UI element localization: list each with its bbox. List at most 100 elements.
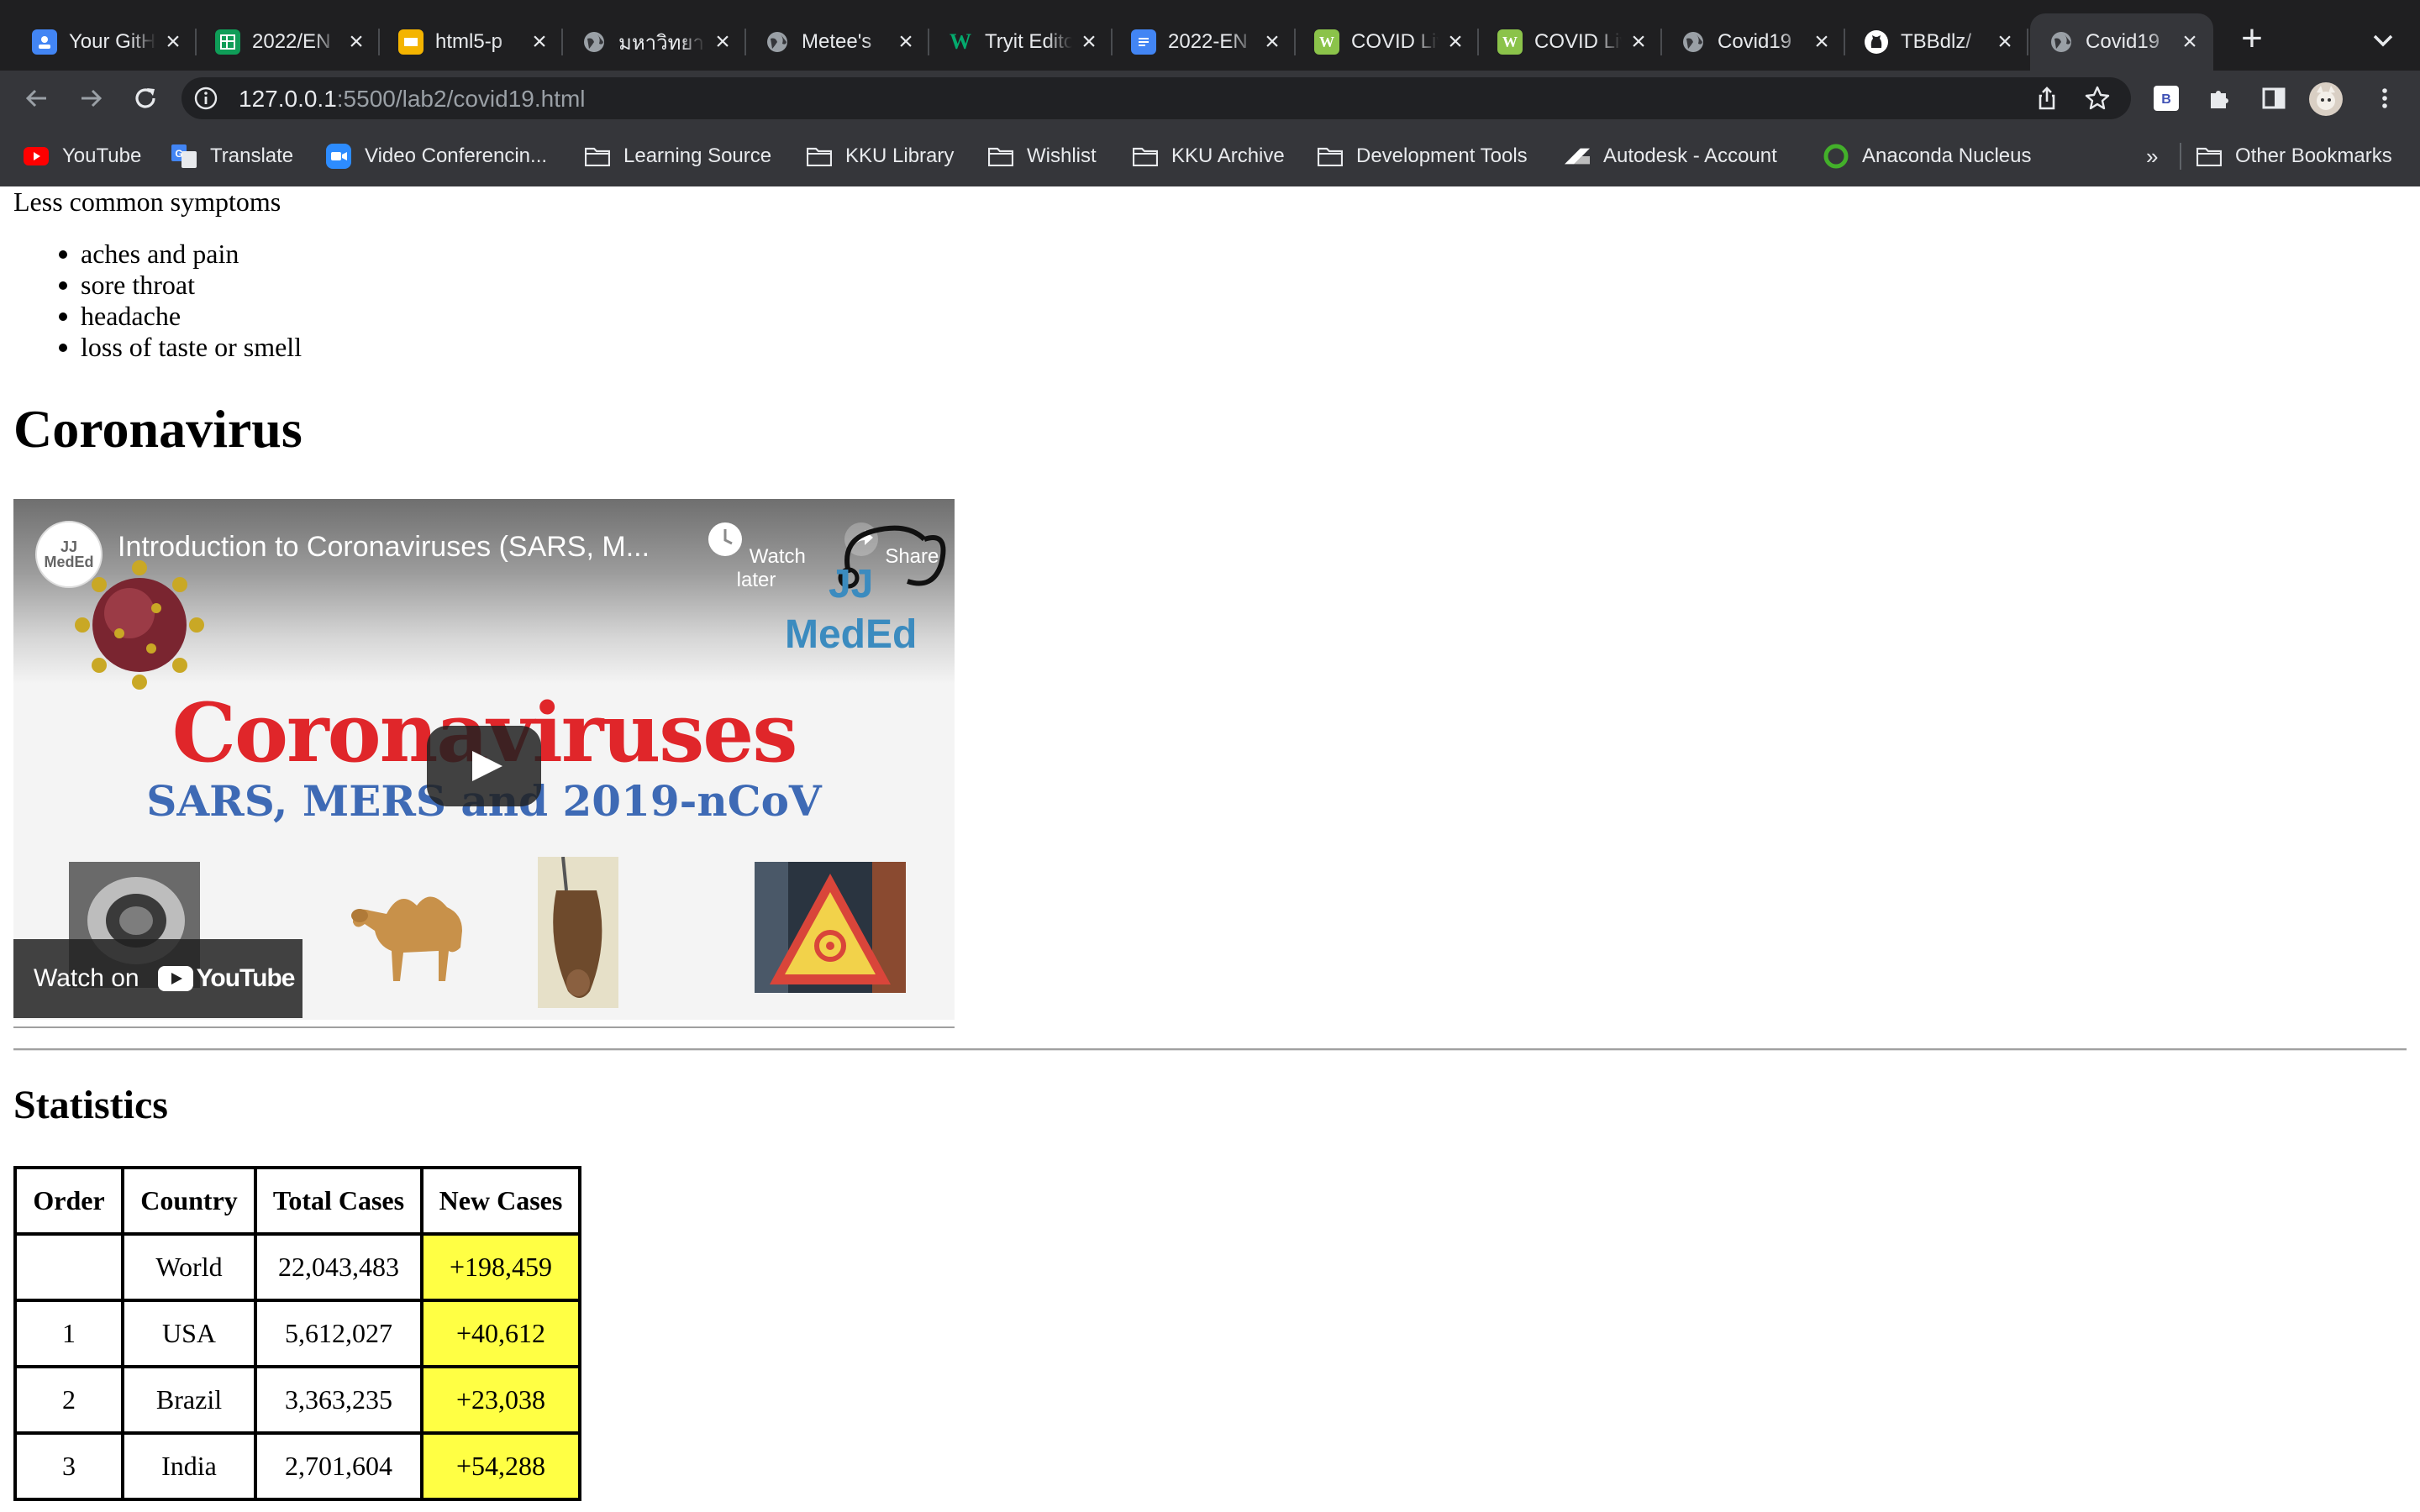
address-bar[interactable]: 127.0.0.1:5500/lab2/covid19.html	[182, 77, 2131, 119]
youtube-video-embed[interactable]: JJ MedEd Introduction to Coronaviruses (…	[13, 499, 955, 1020]
cell-new-cases: +198,459	[422, 1234, 580, 1300]
bookmark-youtube[interactable]: YouTube	[24, 143, 141, 170]
horizontal-rule	[13, 1048, 2407, 1051]
bookmark-other-bookmarks[interactable]: Other Bookmarks	[2196, 143, 2392, 170]
close-icon[interactable]: ×	[1993, 28, 2017, 55]
bookmark-video-conferencing[interactable]: Video Conferencin...	[326, 143, 547, 170]
cell-order: 2	[15, 1367, 123, 1433]
worldometer-icon: W	[1497, 29, 1523, 55]
bookmark-label: Wishlist	[1027, 144, 1097, 167]
browser-tab[interactable]: Metee's ×	[746, 13, 929, 71]
folder-icon	[585, 145, 610, 167]
w3schools-icon: W	[950, 29, 971, 54]
close-icon[interactable]: ×	[161, 28, 185, 55]
less-common-symptoms-title: Less common symptoms	[13, 186, 281, 217]
bookmark-label: Translate	[210, 144, 294, 167]
back-arrow-icon[interactable]	[17, 79, 55, 118]
cell-country: USA	[123, 1300, 255, 1367]
browser-tab[interactable]: W COVID Live ×	[1479, 13, 1662, 71]
bookmark-label: KKU Library	[845, 144, 955, 167]
close-icon[interactable]: ×	[711, 28, 734, 55]
browser-tab[interactable]: 2022/EN ×	[197, 13, 380, 71]
docs-icon	[1131, 29, 1156, 55]
channel-avatar[interactable]: JJ MedEd	[35, 521, 103, 588]
cell-country: Brazil	[123, 1367, 255, 1433]
close-icon[interactable]: ×	[1077, 28, 1101, 55]
forward-arrow-icon[interactable]	[72, 79, 111, 118]
close-icon[interactable]: ×	[1444, 28, 1467, 55]
browser-tab[interactable]: 2022-EN ×	[1113, 13, 1296, 71]
tab-title: 2022/EN	[252, 30, 331, 53]
browser-tab[interactable]: TBBdlz/ ×	[1845, 13, 2028, 71]
menu-kebab-icon[interactable]	[2371, 85, 2398, 112]
slides-icon	[398, 29, 424, 55]
url-path: :5500/lab2/covid19.html	[336, 86, 586, 112]
watch-on-youtube-button[interactable]: Watch on YouTube	[13, 939, 302, 1018]
bookmark-folder-wishlist[interactable]: Wishlist	[988, 143, 1097, 170]
tab-strip: Your GitHub × 2022/EN × html5-p × มหาวิท…	[0, 0, 2420, 71]
close-icon[interactable]: ×	[894, 28, 918, 55]
side-panel-icon[interactable]	[2260, 85, 2287, 112]
browser-tab[interactable]: Your GitHub ×	[13, 13, 197, 71]
column-header-country: Country	[123, 1168, 255, 1234]
bookmark-folder-development-tools[interactable]: Development Tools	[1318, 143, 1528, 170]
star-icon[interactable]	[2084, 85, 2111, 112]
video-title[interactable]: Introduction to Coronaviruses (SARS, M..…	[118, 531, 650, 564]
bookmark-label: YouTube	[62, 144, 142, 167]
play-button[interactable]	[427, 726, 541, 806]
worldometer-icon: W	[1314, 29, 1339, 55]
table-row: 2 Brazil 3,363,235 +23,038	[15, 1367, 580, 1433]
tab-title: html5-p	[435, 30, 503, 53]
bookmark-autodesk[interactable]: Autodesk - Account	[1565, 143, 1777, 170]
address-url[interactable]: 127.0.0.1:5500/lab2/covid19.html	[239, 86, 586, 113]
browser-tab[interactable]: Covid19 ×	[1662, 13, 1845, 71]
camel-image	[351, 896, 462, 981]
tab-title: COVID Live	[1534, 30, 1622, 53]
close-icon[interactable]: ×	[1260, 28, 1284, 55]
watch-on-label: Watch on	[34, 964, 139, 992]
column-header-total-cases: Total Cases	[255, 1168, 422, 1234]
avatar[interactable]	[2309, 82, 2343, 116]
tab-title: TBBdlz/	[1901, 30, 1972, 53]
tab-title: Metee's	[802, 30, 872, 53]
close-icon[interactable]: ×	[1627, 28, 1650, 55]
browser-tab[interactable]: W Tryit Editor ×	[929, 13, 1113, 71]
youtube-play-icon	[157, 966, 193, 991]
bookmark-folder-kku-library[interactable]: KKU Library	[807, 143, 954, 170]
extension-b-icon[interactable]: B	[2153, 85, 2180, 112]
info-icon[interactable]	[193, 86, 218, 111]
close-icon[interactable]: ×	[2178, 28, 2202, 55]
bookmark-translate[interactable]: G Translate	[171, 143, 293, 170]
reload-icon[interactable]	[126, 79, 165, 118]
browser-tab[interactable]: html5-p ×	[380, 13, 563, 71]
github-icon	[1864, 29, 1889, 55]
translate-icon: G	[171, 144, 197, 168]
bookmark-label: Video Conferencin...	[365, 144, 548, 167]
cell-total-cases: 5,612,027	[255, 1300, 422, 1367]
globe-icon	[2049, 29, 2074, 55]
tab-title: 2022-EN	[1168, 30, 1248, 53]
browser-tab[interactable]: มหาวิทยาลัย ×	[563, 13, 746, 71]
column-header-new-cases: New Cases	[422, 1168, 580, 1234]
close-icon[interactable]: ×	[345, 28, 368, 55]
list-item: headache	[58, 301, 302, 332]
cell-new-cases: +40,612	[422, 1300, 580, 1367]
column-header-order: Order	[15, 1168, 123, 1234]
close-icon[interactable]: ×	[1810, 28, 1833, 55]
anaconda-icon	[1823, 144, 1849, 169]
bookmark-anaconda[interactable]: Anaconda Nucleus	[1823, 143, 2031, 170]
bookmark-folder-kku-archive[interactable]: KKU Archive	[1133, 143, 1285, 170]
clock-icon	[708, 522, 743, 556]
close-icon[interactable]: ×	[528, 28, 551, 55]
list-item: loss of taste or smell	[58, 332, 302, 362]
browser-tab[interactable]: W COVID Live ×	[1296, 13, 1479, 71]
puzzle-icon[interactable]	[2207, 85, 2233, 112]
bookmark-folder-learning-source[interactable]: Learning Source	[585, 143, 771, 170]
share-icon[interactable]	[2033, 85, 2060, 112]
browser-tab-active[interactable]: Covid19 ×	[2030, 13, 2213, 71]
classroom-icon	[32, 29, 57, 55]
bookmarks-divider	[2180, 143, 2181, 170]
new-tab-button[interactable]: +	[2235, 20, 2269, 59]
chevron-down-icon[interactable]	[2368, 25, 2398, 55]
bookmarks-overflow-button[interactable]: »	[2146, 143, 2158, 170]
